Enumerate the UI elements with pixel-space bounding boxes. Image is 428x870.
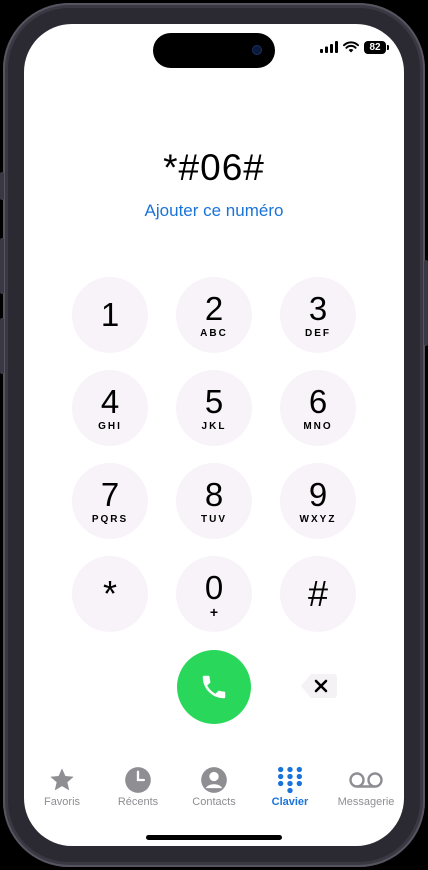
key-star[interactable]: * — [72, 556, 148, 632]
add-number-link[interactable]: Ajouter ce numéro — [24, 201, 404, 221]
key-digit: 5 — [204, 382, 224, 420]
tab-label: Récents — [117, 796, 159, 808]
star-icon — [48, 766, 76, 794]
status-bar: 82 — [320, 40, 389, 54]
clock-icon — [124, 766, 152, 794]
key-digit: 6 — [308, 382, 328, 420]
key-digit: 1 — [100, 296, 120, 333]
delete-button[interactable] — [300, 673, 338, 699]
key-digit: 0 — [204, 568, 224, 606]
key-digit: 4 — [100, 382, 120, 420]
key-hash[interactable]: # — [280, 556, 356, 632]
volume-down-button — [0, 318, 4, 374]
battery-icon: 82 — [364, 40, 389, 54]
key-letters: WXYZ — [299, 513, 337, 525]
tab-messagerie[interactable]: Messagerie — [328, 766, 404, 816]
key-4[interactable]: 4 GHI — [72, 370, 148, 446]
camera-icon — [253, 46, 261, 54]
key-letters: GHI — [98, 420, 122, 432]
dynamic-island — [153, 33, 275, 68]
key-5[interactable]: 5 JKL — [176, 370, 252, 446]
key-digit: 2 — [204, 289, 224, 327]
tab-label: Messagerie — [337, 796, 395, 808]
wifi-icon — [343, 41, 359, 53]
key-9[interactable]: 9 WXYZ — [280, 463, 356, 539]
tab-contacts[interactable]: Contacts — [176, 766, 252, 816]
volume-up-button — [0, 238, 4, 294]
keypad-icon — [276, 766, 304, 794]
key-digit: # — [307, 573, 329, 614]
key-7[interactable]: 7 PQRS — [72, 463, 148, 539]
tab-recents[interactable]: Récents — [100, 766, 176, 816]
call-button[interactable] — [177, 650, 251, 724]
key-digit: 8 — [204, 475, 224, 513]
key-digit: * — [102, 573, 117, 614]
tab-clavier[interactable]: Clavier — [252, 766, 328, 816]
key-digit: 9 — [308, 475, 328, 513]
tab-label: Clavier — [271, 796, 309, 808]
key-letters: PQRS — [91, 513, 129, 525]
cellular-signal-icon — [320, 41, 338, 53]
action-button — [0, 172, 4, 200]
tab-bar: Favoris Récents Contacts Clavier Message… — [24, 766, 404, 816]
key-digit: 3 — [308, 289, 328, 327]
tab-favoris[interactable]: Favoris — [24, 766, 100, 816]
phone-icon — [202, 675, 226, 699]
dialed-number: *#06# — [163, 147, 265, 188]
key-letters: MNO — [303, 420, 333, 432]
key-letters: ABC — [200, 327, 228, 339]
key-8[interactable]: 8 TUV — [176, 463, 252, 539]
person-icon — [200, 766, 228, 794]
key-3[interactable]: 3 DEF — [280, 277, 356, 353]
phone-screen: 82 *#06# Ajouter ce numéro 1 2 ABC 3 DEF… — [24, 24, 404, 846]
key-letters: + — [209, 603, 219, 620]
key-6[interactable]: 6 MNO — [280, 370, 356, 446]
key-letters: JKL — [201, 420, 227, 432]
voicemail-icon — [348, 766, 384, 794]
home-indicator[interactable] — [146, 835, 282, 840]
key-letters: TUV — [201, 513, 227, 525]
battery-level: 82 — [369, 41, 381, 53]
tab-label: Contacts — [192, 796, 236, 808]
key-letters: DEF — [305, 327, 331, 339]
key-0[interactable]: 0 + — [176, 556, 252, 632]
key-2[interactable]: 2 ABC — [176, 277, 252, 353]
delete-backspace-icon — [301, 674, 337, 698]
key-digit: 7 — [100, 475, 120, 513]
power-button — [424, 260, 428, 346]
key-1[interactable]: 1 — [72, 277, 148, 353]
tab-label: Favoris — [43, 796, 81, 808]
